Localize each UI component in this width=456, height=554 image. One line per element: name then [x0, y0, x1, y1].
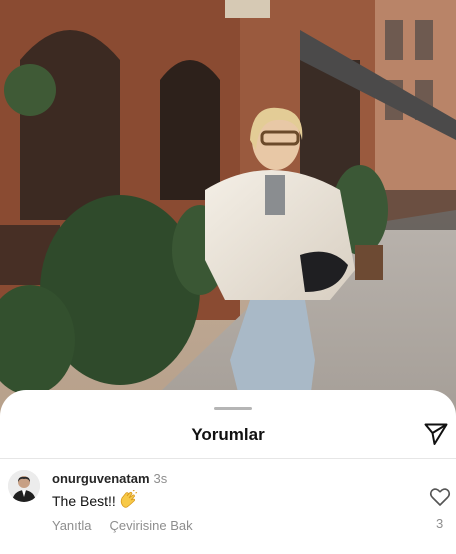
- comments-sheet: Yorumlar onurguvenatam 3s The Best!! Yan…: [0, 390, 456, 554]
- sheet-title: Yorumlar: [191, 425, 265, 444]
- street-scene-image: [0, 0, 456, 430]
- comment-time: 3s: [153, 471, 168, 486]
- reply-button[interactable]: Yanıtla: [52, 518, 92, 533]
- drag-handle[interactable]: [214, 407, 252, 410]
- paper-plane-icon[interactable]: [423, 421, 449, 447]
- user-avatar[interactable]: [8, 470, 40, 502]
- comment-username[interactable]: onurguvenatam: [52, 471, 150, 486]
- divider: [0, 458, 456, 459]
- clapping-hands-icon: [118, 489, 138, 513]
- comment-text: The Best!!: [52, 493, 116, 509]
- translate-button[interactable]: Çevirisine Bak: [110, 518, 193, 533]
- heart-outline-icon[interactable]: [429, 487, 451, 507]
- like-count: 3: [436, 516, 444, 531]
- post-photo: [0, 0, 456, 430]
